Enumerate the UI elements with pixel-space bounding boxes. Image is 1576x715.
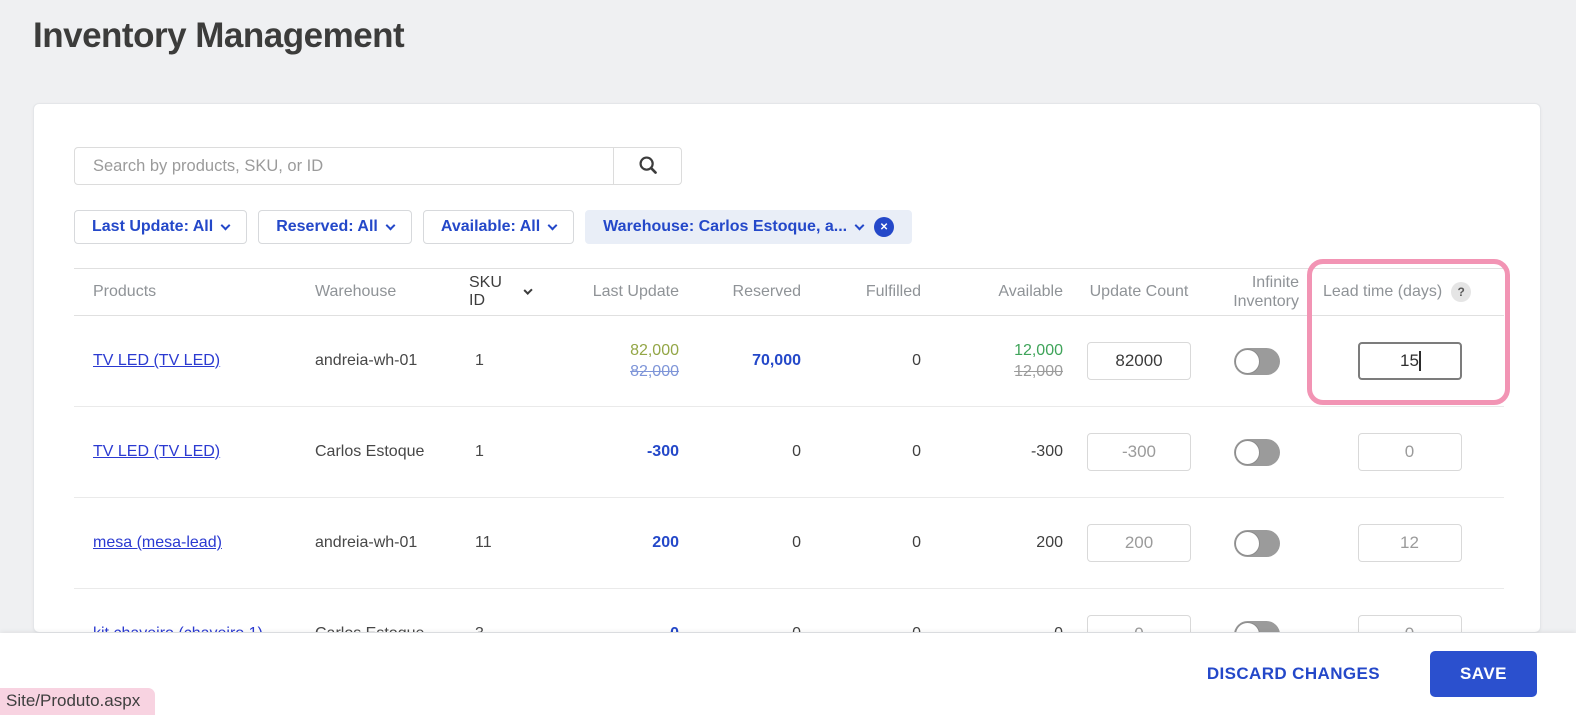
sku-id-cell: 1 (475, 443, 484, 460)
available-cell: 0 (923, 625, 1065, 632)
header-warehouse: Warehouse (315, 283, 397, 300)
product-link[interactable]: TV LED (TV LED) (93, 443, 220, 460)
help-icon[interactable]: ? (1451, 282, 1472, 302)
reserved-cell: 0 (681, 625, 803, 632)
chevron-down-icon (385, 220, 396, 230)
filter-warehouse[interactable]: Warehouse: Carlos Estoque, a... ✕ (585, 210, 913, 244)
lead-time-input[interactable] (1357, 524, 1462, 562)
product-link[interactable]: TV LED (TV LED) (93, 352, 220, 369)
search-icon (637, 154, 659, 179)
search-input[interactable] (74, 147, 614, 185)
filter-label: Last Update: All (92, 218, 214, 235)
table-body: TV LED (TV LED) andreia-wh-01 1 82,000 82… (74, 316, 1504, 632)
filter-available[interactable]: Available: All (422, 210, 575, 244)
page-title: Inventory Management (33, 16, 405, 55)
search-button[interactable] (613, 147, 682, 185)
toggle-knob (1235, 530, 1260, 556)
reserved-cell: 0 (792, 534, 801, 551)
chevron-down-icon (854, 220, 865, 230)
table-row: mesa (mesa-lead) andreia-wh-01 11 200 0 … (74, 498, 1504, 589)
filter-reserved[interactable]: Reserved: All (258, 210, 412, 244)
available-cell: 200 (1036, 534, 1063, 551)
table-header: Products Warehouse SKU ID Last Update Re… (74, 268, 1504, 316)
sku-id-cell: 3 (456, 625, 531, 632)
lead-time-input[interactable] (1357, 342, 1462, 380)
table-row: kit chaveiro (chaveiro 1) Carlos Estoque… (74, 589, 1504, 632)
reserved-cell: 70,000 (752, 352, 801, 369)
reserved-cell: 0 (792, 443, 801, 460)
chevron-down-icon (220, 220, 231, 230)
filter-bar: Last Update: All Reserved: All Available… (74, 210, 913, 244)
last-update-cell: -300 (646, 443, 679, 460)
fulfilled-cell: 0 (912, 352, 921, 369)
fulfilled-cell: 0 (803, 625, 923, 632)
remove-filter-icon[interactable]: ✕ (874, 217, 895, 237)
footer-bar: DISCARD CHANGES SAVE (0, 633, 1576, 715)
search-row (74, 147, 682, 185)
header-lead-time: Lead time (days) ? (1301, 282, 1504, 302)
warehouse-cell: Carlos Estoque (315, 443, 425, 460)
filter-last-update[interactable]: Last Update: All (74, 210, 248, 244)
chevron-down-icon (547, 220, 558, 230)
toggle-knob (1235, 348, 1260, 374)
status-bar: Site/Produto.aspx (0, 688, 156, 715)
fulfilled-cell: 0 (912, 443, 921, 460)
toggle-knob (1235, 439, 1260, 465)
product-link[interactable]: kit chaveiro (chaveiro 1) (93, 625, 263, 632)
lead-time-input[interactable] (1357, 433, 1462, 471)
last-update-cell: 0 (531, 625, 681, 632)
update-count-input[interactable] (1087, 615, 1191, 632)
header-last-update: Last Update (592, 283, 679, 300)
header-update-count: Update Count (1089, 283, 1189, 300)
warehouse-cell: Carlos Estoque (296, 625, 456, 632)
last-update-cell: 200 (652, 534, 679, 551)
infinite-inventory-toggle[interactable] (1234, 438, 1280, 466)
header-available: Available (998, 283, 1063, 300)
inventory-card: Last Update: All Reserved: All Available… (33, 103, 1541, 633)
table-row: TV LED (TV LED) andreia-wh-01 1 82,000 82… (74, 316, 1504, 407)
sku-id-cell: 1 (475, 352, 484, 369)
fulfilled-cell: 0 (912, 534, 921, 551)
toggle-knob (1235, 621, 1260, 632)
update-count-input[interactable] (1087, 524, 1191, 562)
lead-time-input[interactable] (1357, 615, 1462, 632)
update-count-input[interactable] (1087, 342, 1191, 380)
filter-label: Warehouse: Carlos Estoque, a... (603, 218, 848, 235)
inventory-table: Products Warehouse SKU ID Last Update Re… (74, 268, 1504, 632)
table-row: TV LED (TV LED) Carlos Estoque 1 -300 0 … (74, 407, 1504, 498)
text-cursor (1418, 351, 1421, 371)
header-sku-id[interactable]: SKU ID (456, 274, 533, 310)
update-count-input[interactable] (1087, 433, 1191, 471)
warehouse-cell: andreia-wh-01 (315, 534, 418, 551)
save-button[interactable]: SAVE (1430, 651, 1537, 697)
infinite-inventory-toggle[interactable] (1234, 347, 1280, 375)
header-reserved: Reserved (732, 283, 801, 300)
filter-label: Available: All (440, 218, 541, 235)
warehouse-cell: andreia-wh-01 (315, 352, 418, 369)
infinite-inventory-toggle[interactable] (1234, 529, 1280, 557)
filter-label: Reserved: All (276, 218, 378, 235)
available-cell: -300 (1030, 443, 1063, 460)
available-cell: 12,000 12,000 (1014, 341, 1063, 380)
discard-changes-button[interactable]: DISCARD CHANGES (1207, 664, 1380, 684)
header-infinite-inventory: Infinite Inventory (1233, 274, 1299, 310)
header-fulfilled: Fulfilled (865, 283, 921, 300)
last-update-cell: 82,000 82,000 (630, 341, 679, 380)
infinite-inventory-toggle[interactable] (1234, 620, 1280, 632)
header-products: Products (93, 283, 157, 300)
sku-id-cell: 11 (475, 534, 492, 551)
product-link[interactable]: mesa (mesa-lead) (93, 534, 222, 551)
